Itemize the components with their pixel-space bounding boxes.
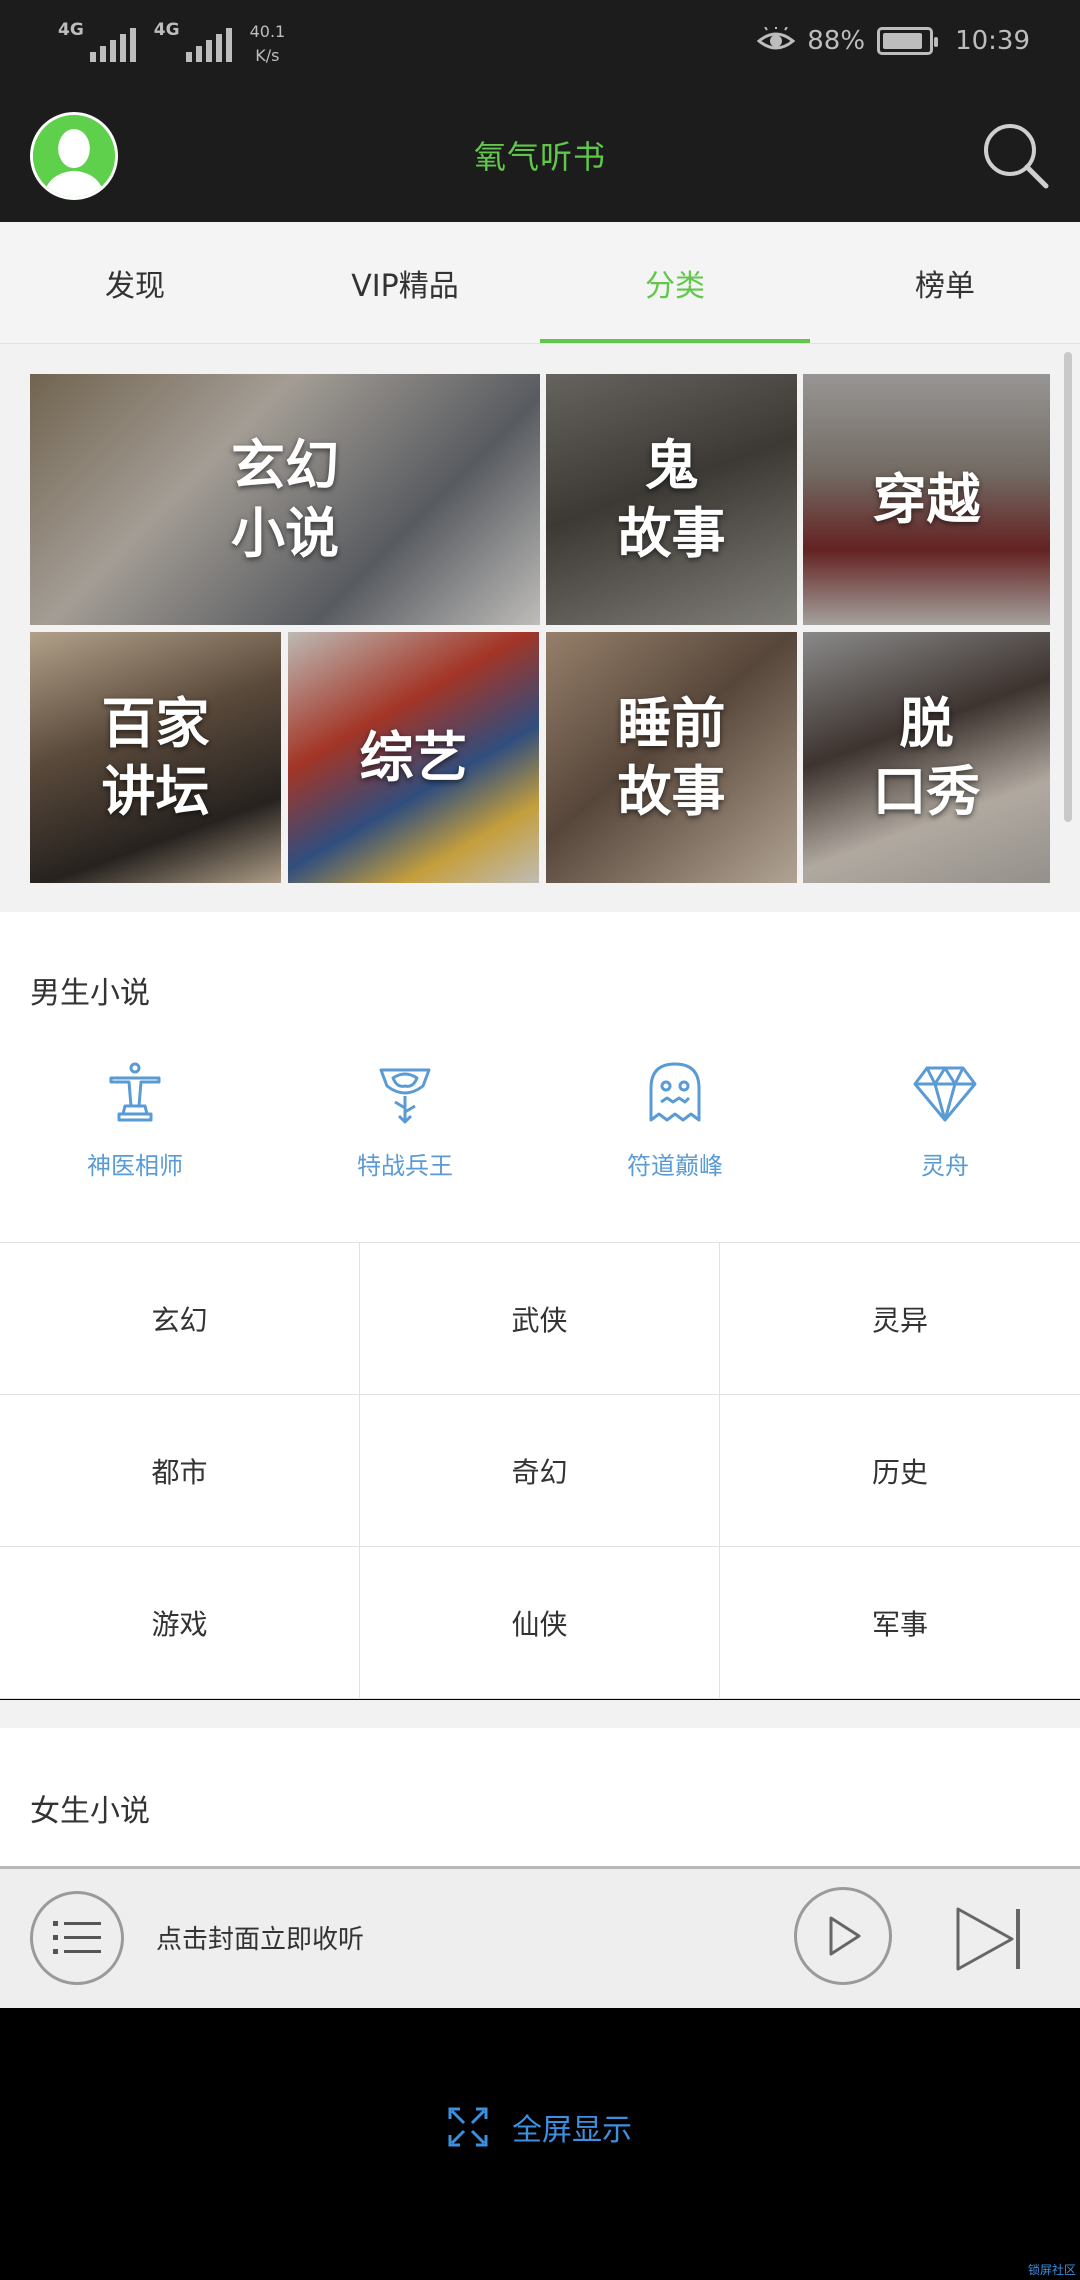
genre-cell[interactable]: 游戏	[0, 1547, 360, 1699]
tile-label: 玄幻 小说	[231, 433, 339, 565]
category-banner-grid: 玄幻 小说 鬼 故事 穿越 百家 讲坛 综艺 睡前 故事 脱 口秀	[0, 344, 1080, 912]
mini-player: 点击封面立即收听	[0, 1866, 1080, 2008]
network-type-2: 4G	[153, 20, 180, 40]
section-title: 女生小说	[30, 1794, 150, 1829]
genre-cell[interactable]: 奇幻	[360, 1395, 720, 1547]
fullscreen-label: 全屏显示	[512, 2113, 632, 2148]
ghost-icon	[649, 1062, 701, 1122]
tile-time-travel[interactable]: 穿越	[803, 374, 1050, 625]
female-novel-section: 女生小说	[0, 1728, 1080, 1866]
genre-cell[interactable]: 都市	[0, 1395, 360, 1547]
male-novel-section: 男生小说 神医相师 特战兵王 符道巅峰 灵舟	[0, 912, 1080, 1242]
tile-lecture-room[interactable]: 百家 讲坛	[30, 632, 281, 883]
status-bar: 4G 4G 40.1 K/s 88% 10:39	[0, 0, 1080, 90]
rose-badge-icon	[379, 1068, 431, 1124]
tab-category[interactable]: 分类	[540, 222, 810, 343]
tile-ghost-story[interactable]: 鬼 故事	[546, 374, 797, 625]
tile-label: 穿越	[872, 467, 981, 531]
featured-label: 神医相师	[87, 1152, 183, 1180]
signal-bar	[185, 52, 192, 62]
statue-icon	[109, 1062, 161, 1122]
tab-ranking[interactable]: 榜单	[810, 222, 1080, 343]
signal-bar	[99, 46, 106, 62]
scrollbar[interactable]	[1064, 352, 1072, 822]
tile-label: 睡前 故事	[617, 691, 726, 823]
tile-talk-show[interactable]: 脱 口秀	[803, 632, 1050, 883]
app-title: 氧气听书	[473, 138, 606, 176]
network-type-1: 4G	[58, 20, 84, 40]
genre-cell[interactable]: 历史	[720, 1395, 1080, 1547]
genre-cell[interactable]: 武侠	[360, 1243, 720, 1395]
battery-icon	[877, 27, 939, 55]
featured-item[interactable]: 神医相师	[0, 1060, 270, 1181]
tab-vip[interactable]: VIP精品	[270, 222, 540, 343]
list-icon	[53, 1921, 101, 1954]
section-divider	[0, 1700, 1080, 1728]
genre-cell[interactable]: 仙侠	[360, 1547, 720, 1699]
signal-1: 4G	[58, 20, 136, 62]
featured-row: 神医相师 特战兵王 符道巅峰 灵舟	[0, 1060, 1080, 1181]
signal-2: 4G	[154, 20, 232, 62]
status-right: 88% 10:39	[757, 26, 1030, 56]
tile-bedtime-story[interactable]: 睡前 故事	[546, 632, 797, 883]
speed-unit: K/s	[255, 46, 280, 65]
section-title: 男生小说	[30, 976, 150, 1011]
search-icon[interactable]	[980, 120, 1050, 190]
main-tabs: 发现 VIP精品 分类 榜单	[0, 222, 1080, 344]
tile-label: 脱 口秀	[872, 691, 981, 823]
genre-cell[interactable]: 灵异	[720, 1243, 1080, 1395]
signal-bar	[205, 40, 212, 62]
network-speed: 40.1 K/s	[250, 20, 286, 68]
genre-grid: 玄幻 武侠 灵异 都市 奇幻 历史 游戏 仙侠 军事	[0, 1242, 1080, 1699]
signal-bar	[215, 34, 222, 62]
app-header: 氧气听书	[0, 90, 1080, 222]
featured-item[interactable]: 特战兵王	[270, 1060, 540, 1181]
signal-bar	[195, 46, 202, 62]
featured-label: 符道巅峰	[627, 1152, 723, 1180]
tab-discover[interactable]: 发现	[0, 222, 270, 343]
clock: 10:39	[955, 26, 1030, 56]
watermark-text: 锁屏社区	[1027, 2263, 1076, 2277]
signal-bar	[109, 40, 116, 62]
play-button[interactable]	[794, 1887, 892, 1985]
genre-cell[interactable]: 玄幻	[0, 1243, 360, 1395]
playlist-button[interactable]	[30, 1891, 124, 1985]
tile-label: 鬼 故事	[617, 433, 726, 565]
featured-item[interactable]: 灵舟	[810, 1060, 1080, 1181]
tile-xuanhuan-novel[interactable]: 玄幻 小说	[30, 374, 540, 625]
battery-percent: 88%	[807, 26, 866, 56]
featured-item[interactable]: 符道巅峰	[540, 1060, 810, 1181]
network-indicators: 4G 4G 40.1 K/s	[58, 20, 285, 68]
eye-comfort-icon	[757, 27, 796, 50]
player-hint: 点击封面立即收听	[156, 1925, 365, 1955]
play-icon	[829, 1916, 861, 1956]
speed-value: 40.1	[249, 22, 286, 41]
featured-label: 灵舟	[921, 1152, 969, 1180]
tile-label: 百家 讲坛	[101, 691, 210, 823]
featured-label: 特战兵王	[357, 1152, 453, 1180]
signal-bar	[129, 28, 136, 62]
tile-label: 综艺	[359, 725, 468, 789]
genre-cell[interactable]: 军事	[720, 1547, 1080, 1699]
next-track-icon[interactable]	[954, 1903, 1026, 1975]
signal-bar	[89, 52, 96, 62]
signal-bar	[225, 28, 232, 62]
signal-bar	[119, 34, 126, 62]
fullscreen-button[interactable]: 全屏显示	[0, 2105, 1080, 2149]
tile-variety-show[interactable]: 综艺	[288, 632, 539, 883]
expand-icon	[448, 2107, 488, 2147]
diamond-icon	[913, 1066, 977, 1122]
